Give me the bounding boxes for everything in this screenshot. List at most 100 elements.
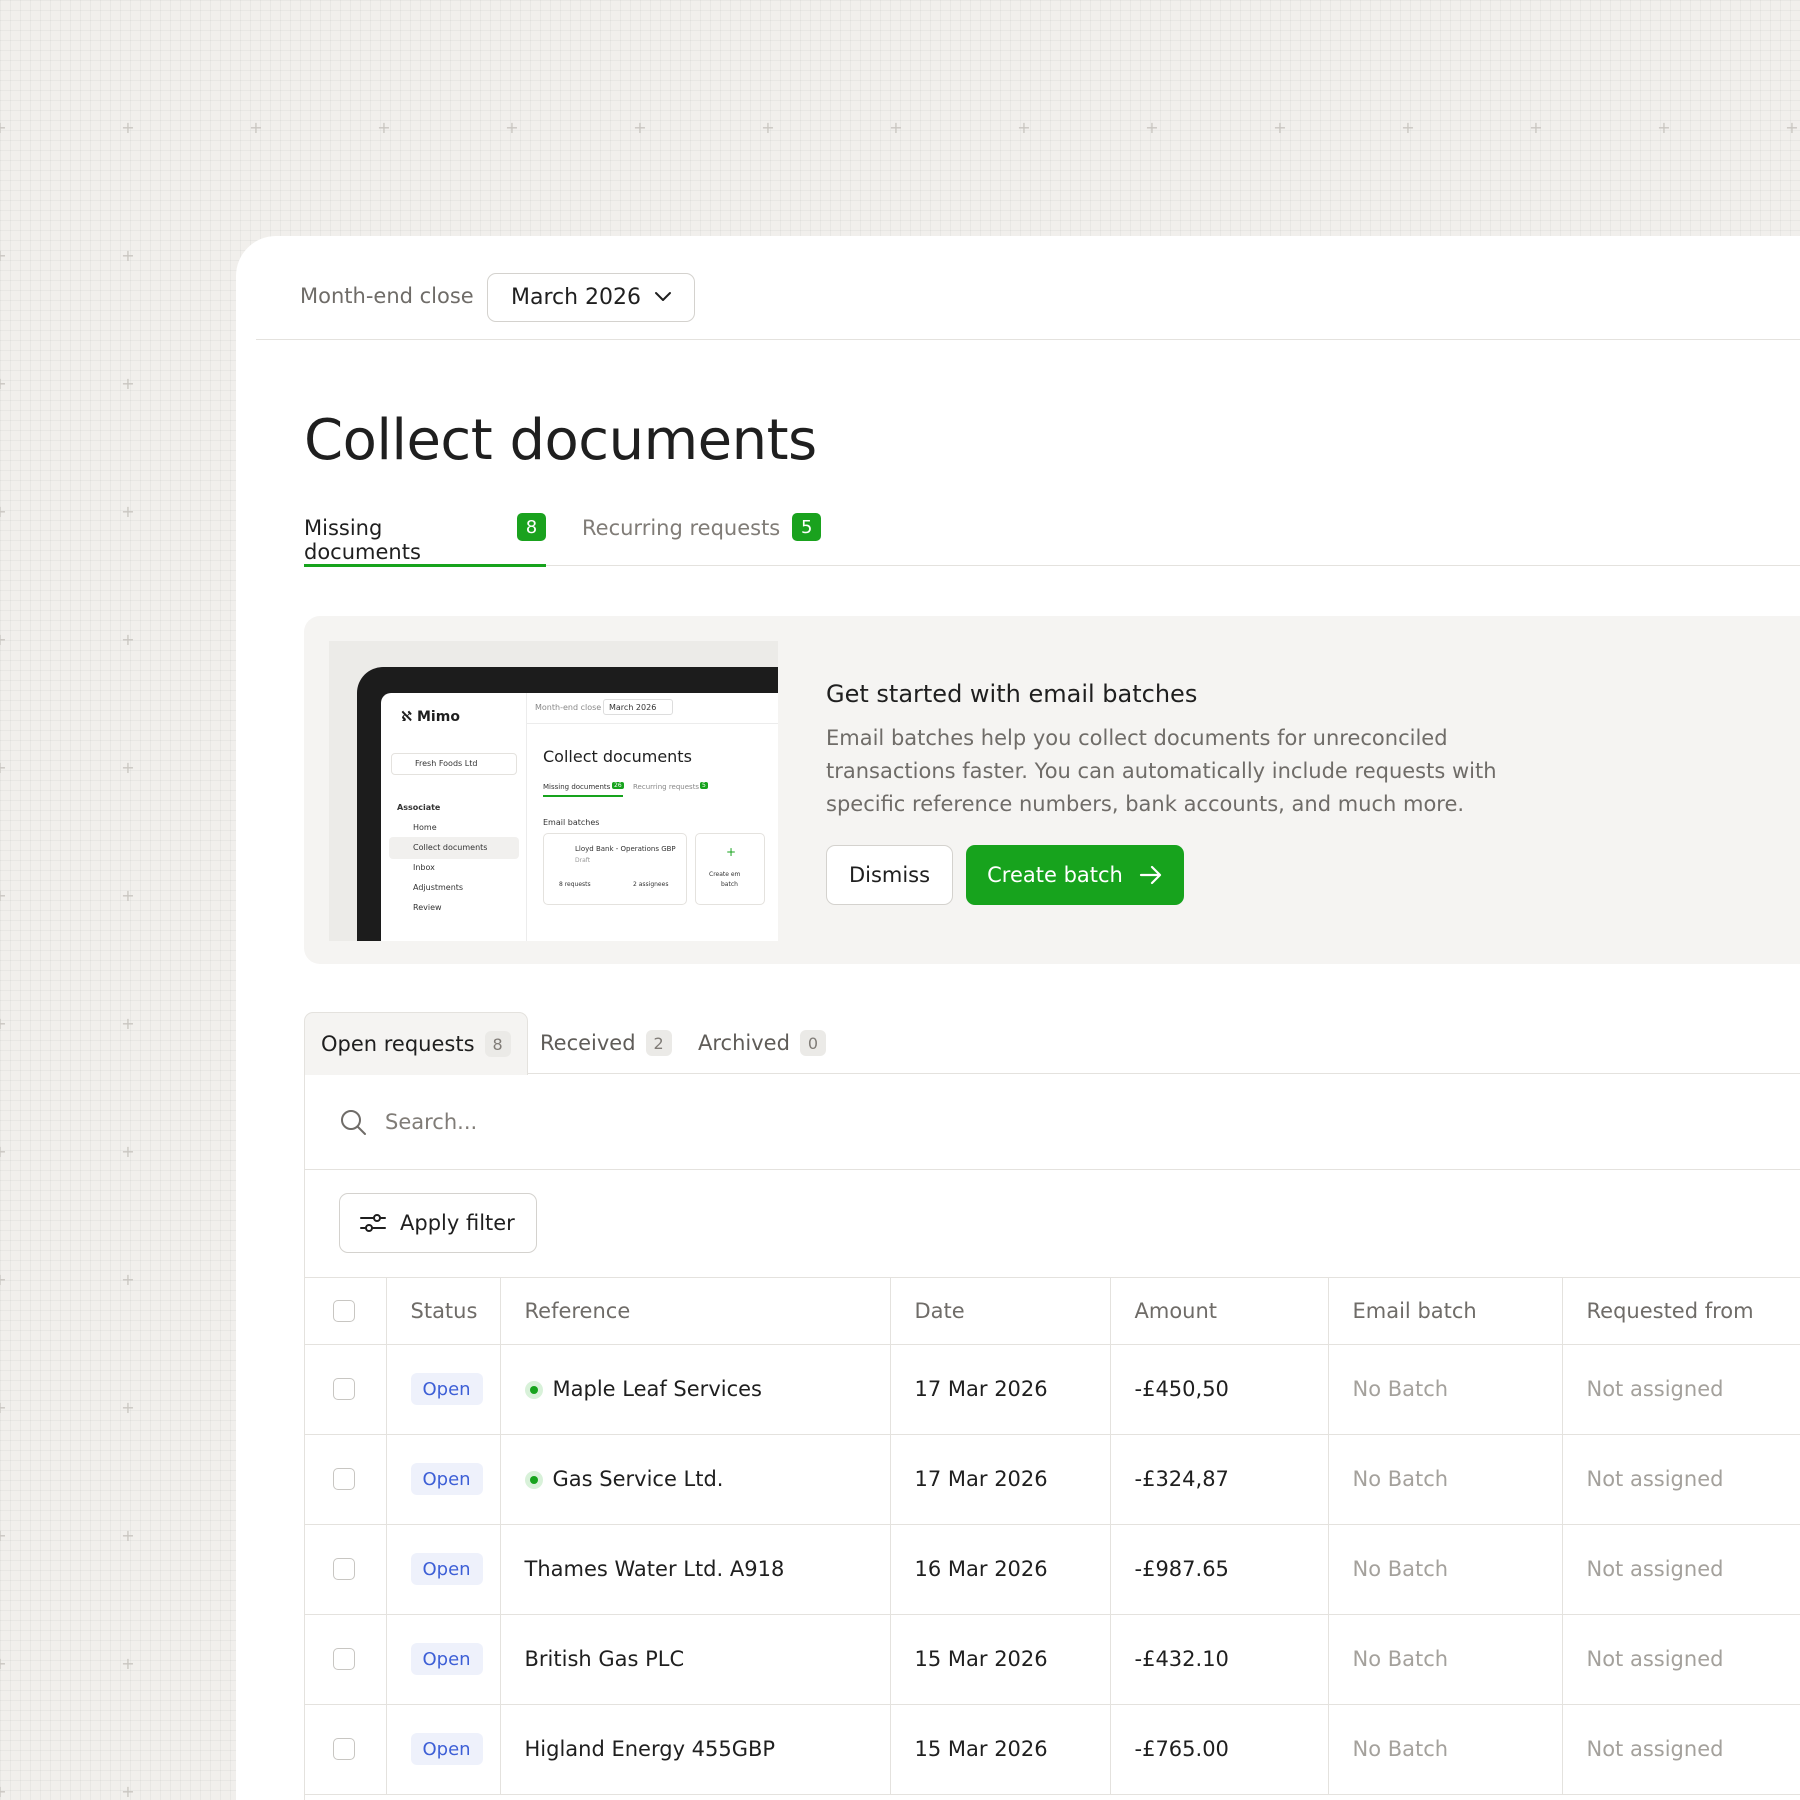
main-panel: Month-end close March 2026 Collect docum… xyxy=(236,236,1800,1800)
tab-recurring-requests[interactable]: Recurring requests 5 xyxy=(582,513,822,566)
table-row[interactable]: Open British Gas PLC 15 Mar 2026 -£432.1… xyxy=(305,1614,1800,1705)
amount-cell: -£324,87 xyxy=(1110,1434,1329,1525)
tab-received[interactable]: Received 2 xyxy=(540,1012,672,1074)
amount-cell: -£450,50 xyxy=(1110,1344,1329,1435)
reference-cell: British Gas PLC xyxy=(500,1614,891,1705)
table-row[interactable]: Open Higland Energy 455GBP 15 Mar 2026 -… xyxy=(305,1704,1800,1795)
grid-plus-marker: + xyxy=(121,1526,135,1545)
date-cell: 17 Mar 2026 xyxy=(890,1434,1111,1525)
new-indicator-dot xyxy=(524,1471,543,1489)
column-header-amount[interactable]: Amount xyxy=(1110,1278,1329,1345)
status-cell: Open xyxy=(386,1704,501,1795)
tab-label: Received xyxy=(540,1031,636,1055)
preview-app-name: ℵ Mimo xyxy=(401,709,460,725)
tab-archived[interactable]: Archived 0 xyxy=(698,1012,826,1074)
reference-cell: Thames Water Ltd. A918 xyxy=(500,1524,891,1615)
search-icon xyxy=(341,1110,366,1135)
arrow-right-icon xyxy=(1139,865,1161,885)
table-row[interactable]: Open Maple Leaf Services 17 Mar 2026 -£4… xyxy=(305,1344,1800,1435)
status-badge: Open xyxy=(410,1373,483,1405)
reference-cell: Maple Leaf Services xyxy=(500,1344,891,1435)
column-header-reference[interactable]: Reference xyxy=(500,1278,891,1345)
grid-plus-marker: + xyxy=(377,118,391,137)
date-cell: 15 Mar 2026 xyxy=(890,1614,1111,1705)
grid-plus-marker: + xyxy=(121,1654,135,1673)
preview-batch-requests: 8 requests xyxy=(559,881,591,888)
column-header-date[interactable]: Date xyxy=(890,1278,1111,1345)
preview-nav-item: Review xyxy=(413,903,442,912)
column-header-requested-from[interactable]: Requested from xyxy=(1562,1278,1800,1345)
grid-plus-marker: + xyxy=(505,118,519,137)
tab-open-requests[interactable]: Open requests 8 xyxy=(304,1012,528,1075)
row-checkbox[interactable] xyxy=(333,1648,355,1670)
requests-table: Status Reference Date Amount Email batch… xyxy=(305,1278,1800,1795)
search-input[interactable] xyxy=(385,1102,985,1142)
preview-nav-item: Home xyxy=(413,823,437,832)
status-cell: Open xyxy=(386,1614,501,1705)
preview-batch-assignees: 2 assignees xyxy=(633,881,669,888)
row-select-cell xyxy=(305,1614,387,1705)
filter-bar: Apply filter xyxy=(305,1170,1800,1278)
preview-title: Collect documents xyxy=(543,747,692,766)
status-cell: Open xyxy=(386,1434,501,1525)
preview-batch-name: Lloyd Bank - Operations GBP xyxy=(575,845,676,853)
grid-plus-marker: + xyxy=(249,118,263,137)
amount-cell: -£987.65 xyxy=(1110,1524,1329,1615)
topbar: Month-end close March 2026 xyxy=(256,236,1800,340)
grid-plus-marker: + xyxy=(0,1142,7,1161)
row-checkbox[interactable] xyxy=(333,1738,355,1760)
preview-tab1: Missing documents xyxy=(543,783,611,791)
table-header-row: Status Reference Date Amount Email batch… xyxy=(305,1278,1800,1345)
search-bar xyxy=(305,1074,1800,1170)
row-checkbox[interactable] xyxy=(333,1468,355,1490)
period-select-value: March 2026 xyxy=(511,285,642,310)
row-checkbox[interactable] xyxy=(333,1378,355,1400)
select-all-cell xyxy=(305,1278,387,1345)
table-row[interactable]: Open Gas Service Ltd. 17 Mar 2026 -£324,… xyxy=(305,1434,1800,1525)
grid-plus-marker: + xyxy=(1145,118,1159,137)
grid-plus-marker: + xyxy=(121,1014,135,1033)
grid-plus-marker: + xyxy=(0,502,7,521)
status-badge: Open xyxy=(410,1463,483,1495)
row-select-cell xyxy=(305,1704,387,1795)
requested-from-cell: Not assigned xyxy=(1562,1524,1800,1615)
create-batch-button[interactable]: Create batch xyxy=(966,845,1184,905)
period-select[interactable]: March 2026 xyxy=(487,273,695,322)
grid-plus-marker: + xyxy=(1401,118,1415,137)
reference-text: Gas Service Ltd. xyxy=(552,1467,724,1491)
dismiss-button[interactable]: Dismiss xyxy=(826,845,953,905)
promo-title: Get started with email batches xyxy=(826,680,1198,708)
preview-batch-status: Draft xyxy=(575,857,591,864)
chevron-down-icon xyxy=(655,292,671,301)
row-select-cell xyxy=(305,1434,387,1525)
plus-icon: + xyxy=(726,845,737,859)
preview-client: Fresh Foods Ltd xyxy=(415,759,478,768)
apply-filter-button[interactable]: Apply filter xyxy=(339,1193,537,1253)
main-tabs: Missing documents 8 Recurring requests 5 xyxy=(304,513,1800,567)
grid-plus-marker: + xyxy=(121,630,135,649)
dismiss-button-label: Dismiss xyxy=(848,863,931,887)
column-header-status[interactable]: Status xyxy=(386,1278,501,1345)
status-badge: Open xyxy=(410,1643,483,1675)
status-badge: Open xyxy=(410,1553,483,1585)
page-title: Collect documents xyxy=(304,408,817,473)
email-batches-promo: ℵ Mimo Fresh Foods Ltd Associate Home Co… xyxy=(304,616,1800,964)
tab-label: Archived xyxy=(698,1031,790,1055)
row-checkbox[interactable] xyxy=(333,1558,355,1580)
grid-plus-marker: + xyxy=(121,502,135,521)
preview-section: Associate xyxy=(397,803,441,812)
status-cell: Open xyxy=(386,1344,501,1435)
tab-missing-documents[interactable]: Missing documents 8 xyxy=(304,513,546,567)
grid-plus-marker: + xyxy=(1529,118,1543,137)
preview-screen: ℵ Mimo Fresh Foods Ltd Associate Home Co… xyxy=(381,693,778,941)
select-all-checkbox[interactable] xyxy=(333,1299,355,1322)
reference-text: Maple Leaf Services xyxy=(552,1377,763,1401)
column-header-email-batch[interactable]: Email batch xyxy=(1328,1278,1563,1345)
row-select-cell xyxy=(305,1344,387,1435)
table-row[interactable]: Open Thames Water Ltd. A918 16 Mar 2026 … xyxy=(305,1524,1800,1615)
amount-cell: -£765.00 xyxy=(1110,1704,1329,1795)
reference-cell: Higland Energy 455GBP xyxy=(500,1704,891,1795)
preview-create-label: batch xyxy=(721,881,738,888)
create-batch-button-label: Create batch xyxy=(987,863,1123,887)
grid-plus-marker: + xyxy=(121,374,135,393)
